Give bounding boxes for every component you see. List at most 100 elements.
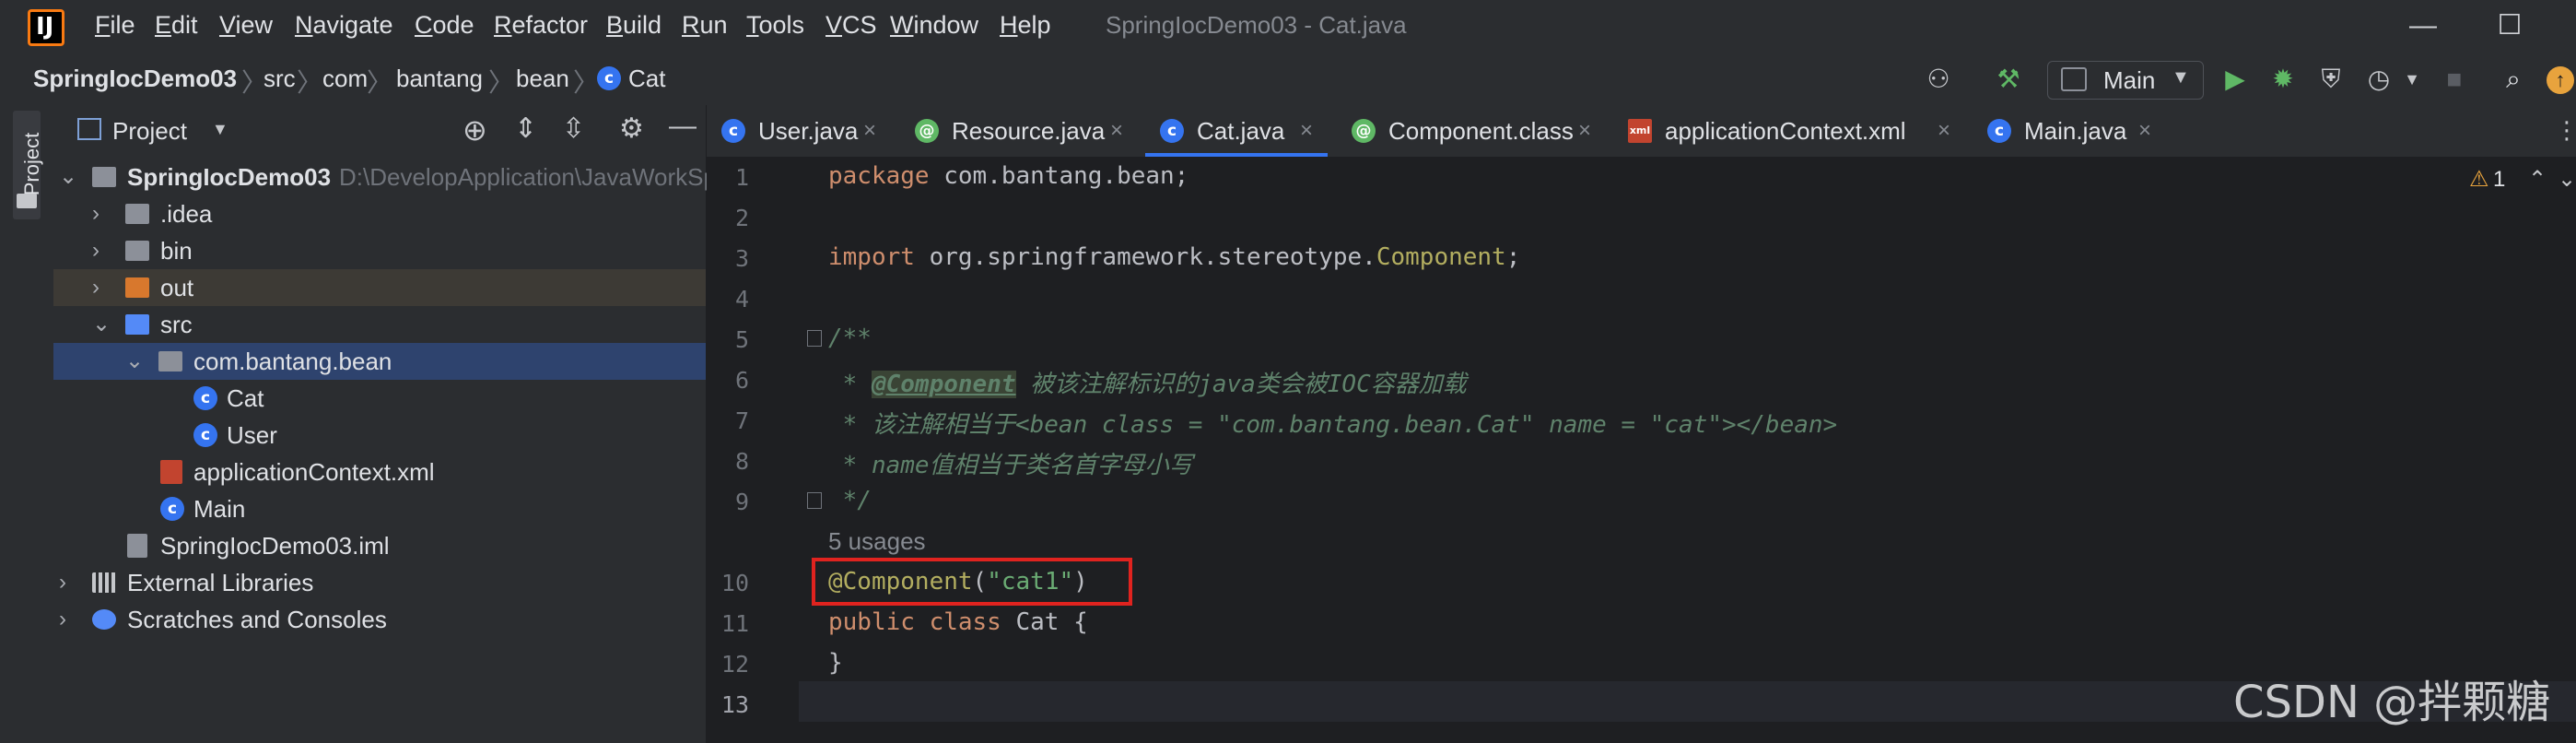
chevron-down-icon[interactable]: ⌄ bbox=[59, 159, 77, 195]
fold-marker-icon[interactable] bbox=[807, 330, 822, 347]
tree-item-bin[interactable]: › bin bbox=[53, 232, 706, 269]
user-icon[interactable]: ⚇ bbox=[1922, 63, 1955, 96]
annotation-icon: @ bbox=[915, 119, 939, 143]
search-icon[interactable]: ⌕ bbox=[2497, 63, 2530, 96]
close-icon[interactable]: × bbox=[1578, 105, 1591, 157]
tab-label: Main.java bbox=[2024, 117, 2127, 145]
menu-help[interactable]: Help bbox=[1000, 11, 1051, 40]
tree-item-label: External Libraries bbox=[127, 569, 314, 596]
breadcrumb-separator: 〉 bbox=[297, 68, 323, 97]
close-icon[interactable]: × bbox=[863, 105, 876, 157]
window-title: SpringIocDemo03 - Cat.java bbox=[1106, 11, 1407, 39]
chevron-right-icon[interactable]: › bbox=[92, 195, 100, 232]
folder-icon bbox=[17, 194, 37, 208]
chevron-down-icon[interactable]: ▼ bbox=[212, 120, 228, 139]
close-icon[interactable]: × bbox=[1110, 105, 1123, 157]
tree-item-path: D:\DevelopApplication\JavaWorkSp bbox=[339, 163, 717, 191]
tree-item-label: bin bbox=[160, 237, 193, 265]
tab-cat-java[interactable]: c Cat.java × bbox=[1145, 105, 1328, 157]
menu-run[interactable]: Run bbox=[682, 11, 728, 40]
menu-window[interactable]: Window bbox=[890, 11, 978, 40]
tree-item-label: SpringIocDemo03 bbox=[127, 163, 332, 191]
close-icon[interactable]: × bbox=[1300, 105, 1313, 157]
class-icon: c bbox=[597, 66, 621, 90]
coverage-icon[interactable]: ⛨ bbox=[2314, 63, 2348, 96]
chevron-right-icon[interactable]: › bbox=[59, 564, 66, 601]
breadcrumb-bantang[interactable]: bantang bbox=[396, 65, 483, 93]
class-icon: c bbox=[1160, 119, 1184, 143]
class-icon: c bbox=[193, 423, 217, 447]
breadcrumb-project[interactable]: SpringIocDemo03 bbox=[33, 65, 237, 93]
menu-edit[interactable]: Edit bbox=[155, 11, 198, 40]
tab-resource-java[interactable]: @ Resource.java × bbox=[900, 105, 1135, 157]
close-icon[interactable]: × bbox=[2138, 105, 2151, 157]
collapse-all-icon[interactable]: ⇳ bbox=[562, 112, 585, 145]
chevron-down-icon[interactable]: ⌄ bbox=[125, 343, 144, 380]
menu-code[interactable]: Code bbox=[415, 11, 474, 40]
build-hammer-icon[interactable]: ⚒ bbox=[1992, 63, 2025, 96]
menu-tools[interactable]: Tools bbox=[746, 11, 804, 40]
project-panel-title[interactable]: Project bbox=[112, 117, 187, 146]
chevron-down-icon[interactable]: ⌄ bbox=[2558, 166, 2576, 193]
tree-item-main[interactable]: c Main bbox=[53, 490, 706, 527]
menu-refactor[interactable]: Refactor bbox=[494, 11, 588, 40]
locate-file-icon[interactable]: ⊕ bbox=[463, 112, 487, 147]
menu-vcs[interactable]: VCS bbox=[825, 11, 877, 40]
chevron-up-icon[interactable]: ⌃ bbox=[2528, 166, 2547, 193]
menu-build[interactable]: Build bbox=[606, 11, 662, 40]
stop-icon[interactable]: ■ bbox=[2438, 63, 2471, 96]
expand-all-icon[interactable]: ⇕ bbox=[514, 112, 537, 145]
tree-item-out[interactable]: › out bbox=[53, 269, 706, 306]
code-line-9: */ bbox=[828, 487, 872, 514]
tree-item-package[interactable]: ⌄ com.bantang.bean bbox=[53, 343, 706, 380]
breadcrumb-bean[interactable]: bean bbox=[516, 65, 569, 93]
tree-item-application-context[interactable]: applicationContext.xml bbox=[53, 454, 706, 490]
more-run-options-icon[interactable]: ▼ bbox=[2395, 63, 2429, 96]
tree-item-label: Main bbox=[193, 495, 246, 523]
close-icon[interactable]: × bbox=[1938, 105, 1950, 157]
more-tabs-icon[interactable]: ⋮ bbox=[2555, 116, 2576, 145]
tree-item-label: out bbox=[160, 274, 194, 301]
tab-main-java[interactable]: c Main.java × bbox=[1973, 105, 2175, 157]
tree-item-cat[interactable]: c Cat bbox=[53, 380, 706, 417]
tree-item-iml[interactable]: SpringIocDemo03.iml bbox=[53, 527, 706, 564]
tree-item-src[interactable]: ⌄ src bbox=[53, 306, 706, 343]
run-icon[interactable]: ▶ bbox=[2219, 63, 2252, 96]
chevron-down-icon[interactable]: ⌄ bbox=[92, 306, 111, 343]
menu-view[interactable]: View bbox=[219, 11, 273, 40]
tab-user-java[interactable]: c User.java × bbox=[707, 105, 891, 157]
tab-component-class[interactable]: @ Component.class × bbox=[1337, 105, 1604, 157]
tree-item-project-root[interactable]: ⌄ SpringIocDemo03 D:\DevelopApplication\… bbox=[53, 159, 717, 195]
project-tool-tab[interactable]: Project bbox=[13, 111, 43, 219]
intellij-logo-icon[interactable]: IJ bbox=[28, 9, 64, 46]
chevron-right-icon[interactable]: › bbox=[59, 601, 66, 638]
warning-icon[interactable]: ⚠ bbox=[2469, 166, 2489, 193]
breadcrumb-cat[interactable]: Cat bbox=[628, 65, 665, 93]
debug-icon[interactable]: ✹ bbox=[2266, 63, 2300, 96]
run-configuration-selector[interactable]: Main ▼ bbox=[2047, 61, 2204, 100]
update-icon[interactable]: ↑ bbox=[2547, 66, 2574, 94]
chevron-right-icon[interactable]: › bbox=[92, 232, 100, 269]
tree-item-external-libraries[interactable]: › External Libraries bbox=[53, 564, 706, 601]
tree-item-user[interactable]: c User bbox=[53, 417, 706, 454]
hide-panel-icon[interactable]: — bbox=[669, 111, 697, 142]
profile-icon[interactable]: ◷ bbox=[2362, 63, 2395, 96]
maximize-icon[interactable]: ☐ bbox=[2491, 7, 2528, 44]
tree-item-idea[interactable]: › .idea bbox=[53, 195, 706, 232]
chevron-right-icon[interactable]: › bbox=[92, 269, 100, 306]
menu-file[interactable]: File bbox=[95, 11, 135, 40]
line-number: 1 bbox=[734, 164, 749, 191]
menu-navigate[interactable]: Navigate bbox=[295, 11, 393, 40]
tree-item-label: applicationContext.xml bbox=[193, 458, 435, 486]
breadcrumb-src[interactable]: src bbox=[263, 65, 296, 93]
gear-icon[interactable]: ⚙ bbox=[619, 112, 644, 145]
line-number: 12 bbox=[720, 651, 749, 678]
app-config-icon bbox=[2061, 67, 2087, 91]
usages-hint[interactable]: 5 usages bbox=[828, 527, 926, 556]
minimize-icon[interactable]: — bbox=[2405, 7, 2441, 44]
fold-marker-icon[interactable] bbox=[807, 492, 822, 509]
tab-application-context-xml[interactable]: xml applicationContext.xml × bbox=[1613, 105, 1963, 157]
breadcrumb-com[interactable]: com bbox=[322, 65, 368, 93]
breadcrumb-separator: 〉 bbox=[488, 68, 515, 97]
tree-item-scratches[interactable]: › Scratches and Consoles bbox=[53, 601, 706, 638]
